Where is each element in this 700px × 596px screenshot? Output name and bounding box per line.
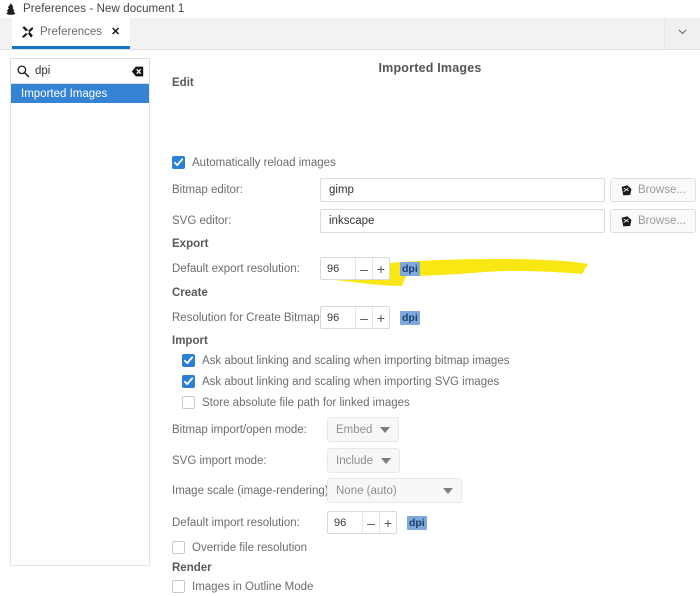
tab-bar: Preferences ✕ — [0, 18, 700, 50]
row-auto-reload: Automatically reload images — [172, 156, 336, 169]
default-import-resolution-plus[interactable]: + — [379, 512, 396, 533]
svg-editor-entry[interactable] — [320, 209, 605, 233]
store-abs-path-label: Store absolute file path for linked imag… — [202, 396, 410, 409]
create-bitmap-resolution-unit: dpi — [400, 310, 420, 325]
auto-reload-checkbox[interactable] — [172, 156, 185, 169]
row-override-file-resolution: Override file resolution — [172, 541, 307, 554]
search-icon — [16, 64, 30, 78]
default-export-resolution-minus[interactable]: – — [355, 258, 372, 279]
default-export-resolution-unit: dpi — [400, 261, 420, 276]
ask-bitmap-checkbox[interactable] — [182, 354, 195, 367]
inkscape-logo-icon — [4, 2, 18, 16]
ask-bitmap-label: Ask about linking and scaling when impor… — [202, 354, 510, 367]
group-render: Render — [172, 562, 212, 574]
browse-icon — [620, 215, 633, 228]
bitmap-import-mode-label: Bitmap import/open mode: — [172, 423, 307, 436]
default-export-resolution-value[interactable]: 96 — [321, 258, 355, 279]
bitmap-editor-browse-button[interactable]: Browse... — [610, 178, 696, 202]
bitmap-editor-entry[interactable] — [320, 178, 605, 202]
row-ask-svg: Ask about linking and scaling when impor… — [182, 375, 499, 388]
window-titlebar: Preferences - New document 1 — [0, 0, 700, 18]
tab-preferences[interactable]: Preferences ✕ — [12, 18, 131, 49]
override-file-resolution-label: Override file resolution — [192, 541, 308, 554]
group-import: Import — [172, 335, 208, 347]
default-export-resolution-label: Default export resolution: — [172, 262, 300, 275]
svg-editor-browse-button[interactable]: Browse... — [610, 209, 696, 233]
store-abs-path-checkbox[interactable] — [182, 396, 195, 409]
row-ask-bitmap: Ask about linking and scaling when impor… — [182, 354, 509, 367]
ask-svg-checkbox[interactable] — [182, 375, 195, 388]
ask-svg-label: Ask about linking and scaling when impor… — [202, 375, 500, 388]
row-store-abs-path: Store absolute file path for linked imag… — [182, 396, 410, 409]
create-bitmap-resolution-plus[interactable]: + — [372, 307, 389, 328]
row-svg-import-mode: SVG import mode: Include — [172, 448, 401, 473]
group-create: Create — [172, 287, 208, 299]
clear-icon[interactable] — [131, 65, 144, 78]
bitmap-editor-label: Bitmap editor: — [172, 184, 243, 196]
search-box[interactable] — [10, 58, 150, 84]
row-image-scale: Image scale (image-rendering): None (aut… — [172, 478, 462, 503]
images-outline-mode-label: Images in Outline Mode — [192, 580, 314, 593]
sidebar-item-label: Imported Images — [21, 87, 108, 100]
chevron-down-icon — [676, 25, 689, 43]
close-icon[interactable]: ✕ — [111, 26, 120, 38]
row-svg-editor: SVG editor: Browse... — [172, 209, 700, 233]
row-default-export-resolution: Default export resolution: 96 – + dpi — [172, 257, 420, 280]
content-area: Imported Images Imported Images Edit Aut… — [0, 50, 700, 595]
row-create-bitmap-resolution: Resolution for Create Bitmap Copy: 96 – … — [172, 306, 420, 329]
sidebar: Imported Images — [0, 50, 160, 595]
page-title: Imported Images — [378, 61, 482, 75]
row-bitmap-import-mode: Bitmap import/open mode: Embed — [172, 417, 400, 442]
group-export: Export — [172, 238, 209, 250]
group-edit: Edit — [172, 77, 194, 89]
window-title: Preferences - New document 1 — [23, 3, 185, 15]
svg-editor-label: SVG editor: — [172, 215, 232, 227]
row-images-outline-mode: Images in Outline Mode — [172, 580, 313, 593]
default-import-resolution-value[interactable]: 96 — [328, 512, 362, 533]
default-import-resolution-spinner[interactable]: 96 – + — [327, 511, 397, 534]
default-import-resolution-minus[interactable]: – — [362, 512, 379, 533]
default-export-resolution-plus[interactable]: + — [372, 258, 389, 279]
svg-import-mode-dropdown[interactable]: Include — [327, 448, 401, 473]
image-scale-value: None (auto) — [336, 484, 397, 497]
bitmap-editor-input[interactable] — [329, 184, 596, 196]
chevron-down-icon — [381, 457, 392, 464]
svg-import-mode-label: SVG import mode: — [172, 454, 267, 467]
create-bitmap-resolution-label: Resolution for Create Bitmap Copy: — [172, 311, 353, 324]
browse-label: Browse... — [638, 215, 686, 227]
row-bitmap-editor: Bitmap editor: Browse... — [172, 178, 700, 202]
row-default-import-resolution: Default import resolution: 96 – + dpi — [172, 511, 427, 534]
tabbar-spacer — [130, 18, 664, 49]
override-file-resolution-checkbox[interactable] — [172, 541, 185, 554]
chevron-down-icon — [443, 487, 453, 494]
create-bitmap-resolution-value[interactable]: 96 — [321, 307, 355, 328]
tab-label: Preferences — [40, 26, 103, 38]
sidebar-item-imported-images[interactable]: Imported Images — [11, 84, 149, 103]
browse-label: Browse... — [638, 184, 686, 196]
svg-editor-input[interactable] — [329, 215, 596, 227]
image-scale-dropdown[interactable]: None (auto) — [327, 478, 462, 503]
bitmap-import-mode-value: Embed — [336, 423, 373, 436]
create-bitmap-resolution-spinner[interactable]: 96 – + — [320, 306, 390, 329]
images-outline-mode-checkbox[interactable] — [172, 580, 185, 593]
browse-icon — [620, 184, 633, 197]
search-input[interactable] — [35, 65, 126, 77]
preferences-panel: Imported Images Edit Automatically reloa… — [160, 50, 700, 595]
preferences-tree: Imported Images — [10, 84, 150, 566]
chevron-down-icon — [380, 426, 391, 433]
default-import-resolution-label: Default import resolution: — [172, 516, 300, 529]
create-bitmap-resolution-minus[interactable]: – — [355, 307, 372, 328]
auto-reload-label: Automatically reload images — [192, 156, 336, 169]
svg-import-mode-value: Include — [336, 454, 374, 467]
image-scale-label: Image scale (image-rendering): — [172, 484, 332, 497]
default-import-resolution-unit: dpi — [407, 515, 427, 530]
tab-overflow-button[interactable] — [664, 18, 700, 49]
bitmap-import-mode-dropdown[interactable]: Embed — [327, 417, 400, 442]
tools-icon — [20, 25, 35, 40]
default-export-resolution-spinner[interactable]: 96 – + — [320, 257, 390, 280]
